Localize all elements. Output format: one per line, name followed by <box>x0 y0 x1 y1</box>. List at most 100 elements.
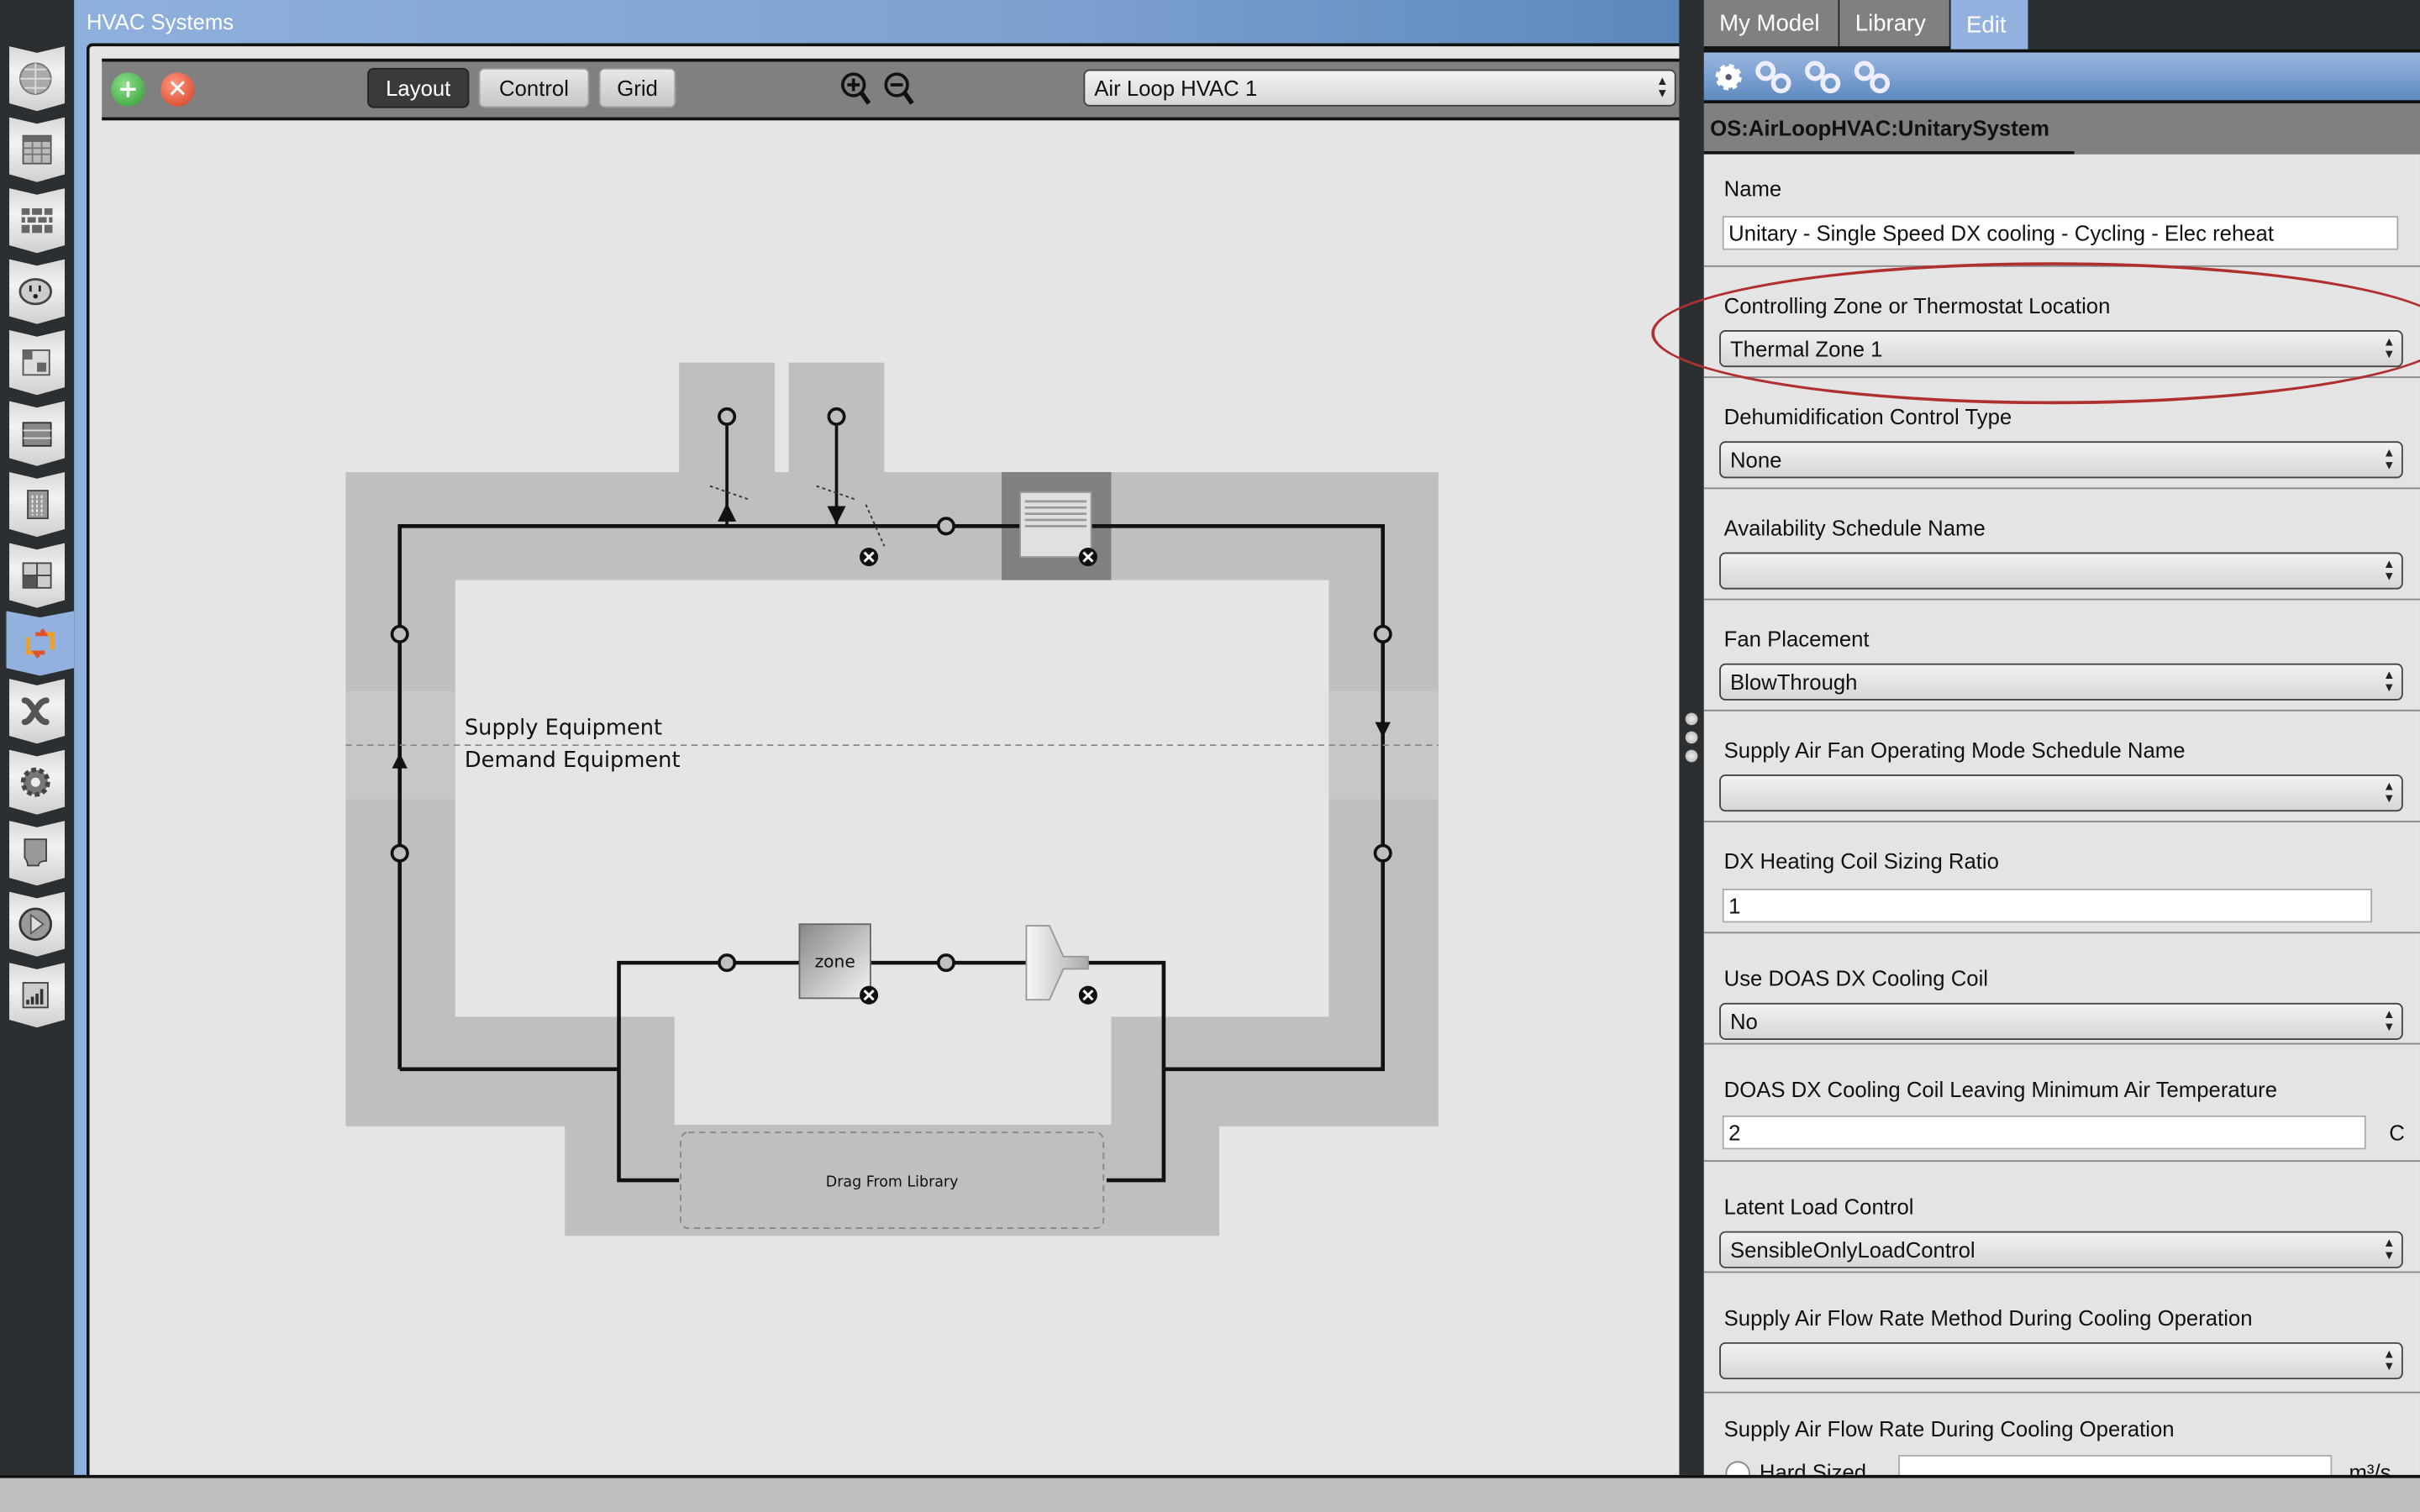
field-label: Supply Air Flow Rate Method During Cooli… <box>1723 1305 2253 1331</box>
gear-icon[interactable] <box>1713 61 1744 92</box>
grip-dot-icon <box>1685 749 1698 763</box>
nav-results-summary[interactable] <box>9 963 66 1028</box>
nav-simulation-settings[interactable] <box>9 749 66 815</box>
geometry-icon <box>22 422 52 447</box>
nav-hvac-systems[interactable] <box>6 611 75 676</box>
nav-space-types[interactable] <box>9 330 66 396</box>
field-fan-placement: Fan Placement BlowThrough ▲ ▼ <box>1703 599 2420 711</box>
space-types-icon <box>22 349 50 376</box>
radio-label: Hard Sized <box>1759 1459 1867 1475</box>
field-name: Name Unitary - Single Speed DX cooling -… <box>1703 155 2420 267</box>
object-type-header: OS:AirLoopHVAC:UnitarySystem <box>1703 103 2420 155</box>
supply-equipment-label: Supply Equipment <box>465 715 662 740</box>
nav-geometry[interactable] <box>9 401 66 466</box>
field-controlling-zone: Controlling Zone or Thermostat Location … <box>1703 265 2420 378</box>
inspector-icon-bar <box>1703 49 2420 104</box>
unit-label: C <box>2389 1120 2405 1145</box>
node-icon[interactable] <box>1373 624 1392 643</box>
zone-label: zone <box>815 952 855 972</box>
inspector-panel: My Model Library Edit OS:AirLoopHVAC:Uni… <box>1703 0 2420 1475</box>
canvas-frame: + ✕ Layout Control Grid Air Loop HVAC 1 … <box>86 43 1683 1478</box>
node-icon[interactable] <box>1373 843 1392 863</box>
run-icon <box>18 907 52 941</box>
nav-output-variables[interactable] <box>9 679 66 744</box>
nav-schedules[interactable] <box>9 117 66 182</box>
updown-arrows-icon: ▲ ▼ <box>2383 779 2396 806</box>
select-value: Thermal Zone 1 <box>1729 336 1883 361</box>
results-icon <box>22 982 49 1009</box>
field-label: DX Heating Coil Sizing Ratio <box>1723 848 1999 874</box>
field-availability-schedule: Availability Schedule Name ▲ ▼ <box>1703 487 2420 601</box>
cooling-flow-rate-input[interactable] <box>1898 1455 2333 1475</box>
delete-badge[interactable] <box>860 985 879 1005</box>
calendar-icon <box>22 134 52 165</box>
grip-dot-icon <box>1685 712 1698 726</box>
delete-badge[interactable] <box>1078 548 1097 567</box>
controlling-zone-select[interactable]: Thermal Zone 1 ▲ ▼ <box>1719 330 2403 368</box>
variables-icon <box>21 697 50 726</box>
updown-arrows-icon: ▲ ▼ <box>2383 1347 2396 1373</box>
hvac-systems-pane: HVAC Systems + ✕ Layout Control Grid Air… <box>74 0 1683 1478</box>
cooling-flow-method-select[interactable]: ▲ ▼ <box>1719 1341 2403 1380</box>
fan-operating-mode-select[interactable]: ▲ ▼ <box>1719 774 2403 812</box>
delete-badge[interactable] <box>1078 985 1097 1005</box>
nav-site[interactable] <box>9 46 66 112</box>
thermal-zones-icon <box>22 562 52 589</box>
nav-facility[interactable] <box>9 472 66 538</box>
field-label: Name <box>1723 176 1782 201</box>
building-icon <box>27 490 49 520</box>
use-doas-select[interactable]: No ▲ ▼ <box>1719 1002 2403 1040</box>
doas-min-temp-input[interactable]: 2 <box>1722 1115 2366 1150</box>
delete-badge[interactable] <box>860 548 879 567</box>
nav-thermal-zones[interactable] <box>9 543 66 608</box>
name-input[interactable]: Unitary - Single Speed DX cooling - Cycl… <box>1722 216 2399 250</box>
updown-arrows-icon: ▲ ▼ <box>2383 445 2396 473</box>
link-icon[interactable] <box>1852 59 1895 96</box>
sizing-ratio-input[interactable]: 1 <box>1722 888 2373 923</box>
outlet-icon <box>18 278 52 306</box>
select-value: BlowThrough <box>1729 669 1858 695</box>
fan-placement-select[interactable]: BlowThrough ▲ ▼ <box>1719 663 2403 701</box>
panel-splitter[interactable] <box>1679 0 1704 1475</box>
tab-edit[interactable]: Edit <box>1950 0 2028 50</box>
nav-scripts[interactable] <box>9 821 66 886</box>
tab-library[interactable]: Library <box>1839 0 1951 50</box>
loop-interior <box>455 580 1329 1017</box>
node-icon[interactable] <box>390 843 409 863</box>
nav-run-simulation[interactable] <box>9 891 66 957</box>
link-icon[interactable] <box>1802 59 1845 96</box>
left-navigation <box>0 0 75 1475</box>
node-icon[interactable] <box>936 517 955 536</box>
unit-label: m³/s <box>2349 1459 2391 1475</box>
air-loop-diagram: zone Drag From Library Supply Equipment … <box>345 362 1439 1236</box>
updown-arrows-icon: ▲ ▼ <box>2383 1007 2396 1034</box>
updown-arrows-icon: ▲ ▼ <box>2383 668 2396 695</box>
select-value: None <box>1729 447 1782 473</box>
globe-icon <box>18 62 52 95</box>
field-label: Controlling Zone or Thermostat Location <box>1723 292 2111 318</box>
node-icon[interactable] <box>718 407 737 426</box>
node-icon[interactable] <box>718 953 737 973</box>
field-label: Latent Load Control <box>1723 1194 1914 1220</box>
field-label: Fan Placement <box>1723 626 1870 652</box>
nav-constructions[interactable] <box>9 188 66 254</box>
page-title: HVAC Systems <box>86 9 234 34</box>
nav-loads[interactable] <box>9 259 66 324</box>
availability-schedule-select[interactable]: ▲ ▼ <box>1719 552 2403 590</box>
field-dehumidification-control-type: Dehumidification Control Type None ▲ ▼ <box>1703 376 2420 490</box>
dehumidification-select[interactable]: None ▲ ▼ <box>1719 441 2403 479</box>
hard-sized-radio[interactable] <box>1725 1461 1750 1475</box>
field-label: Availability Schedule Name <box>1723 515 1986 540</box>
field-cooling-flow-rate-method: Supply Air Flow Rate Method During Cooli… <box>1703 1271 2420 1394</box>
node-icon[interactable] <box>390 624 409 643</box>
tab-my-model[interactable]: My Model <box>1703 0 1840 50</box>
node-icon[interactable] <box>827 407 846 426</box>
updown-arrows-icon: ▲ ▼ <box>2383 557 2396 584</box>
field-latent-load-control: Latent Load Control SensibleOnlyLoadCont… <box>1703 1160 2420 1273</box>
select-value: No <box>1729 1009 1758 1034</box>
inspector-fields: Name Unitary - Single Speed DX cooling -… <box>1703 154 2420 1475</box>
bricks-icon <box>21 207 53 234</box>
latent-load-control-select[interactable]: SensibleOnlyLoadControl ▲ ▼ <box>1719 1231 2403 1268</box>
link-icon[interactable] <box>1754 59 1797 96</box>
node-icon[interactable] <box>936 953 955 973</box>
